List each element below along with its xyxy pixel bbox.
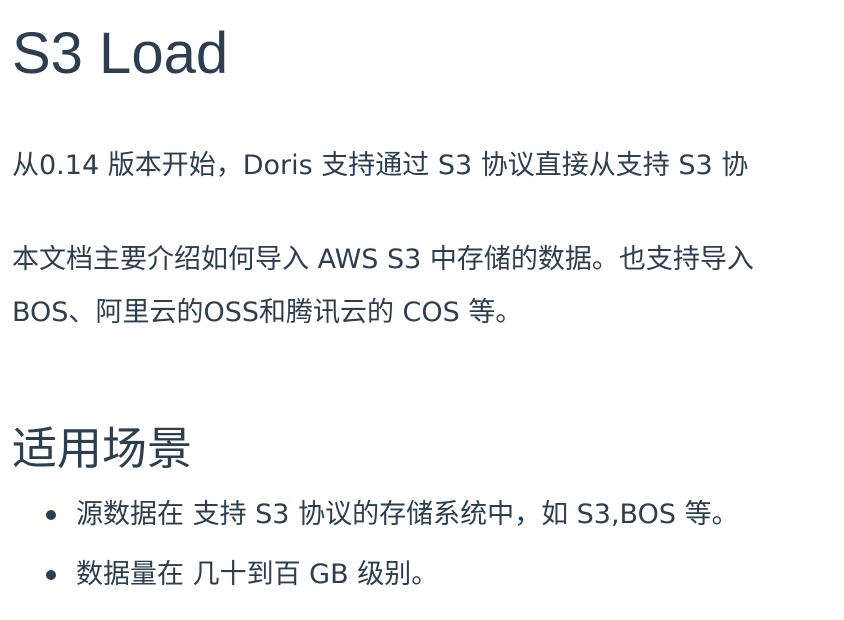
list-item-text: 源数据在 支持 S3 协议的存储系统中，如 S3,BOS 等。 — [76, 499, 739, 530]
intro-paragraph-line-3: BOS、阿里云的OSS和腾讯云的 COS 等。 — [12, 297, 523, 328]
intro-paragraph-line-2: 本文档主要介绍如何导入 AWS S3 中存储的数据。也支持导入 — [12, 244, 754, 275]
bullet-icon — [46, 570, 56, 580]
page-title: S3 Load — [12, 21, 229, 86]
intro-paragraph-line-1: 从0.14 版本开始，Doris 支持通过 S3 协议直接从支持 S3 协 — [12, 150, 749, 181]
document-page: S3 Load 从0.14 版本开始，Doris 支持通过 S3 协议直接从支持… — [0, 0, 844, 620]
bullet-icon — [46, 510, 56, 520]
list-item-text: 数据量在 几十到百 GB 级别。 — [76, 559, 439, 590]
section-heading: 适用场景 — [12, 422, 193, 475]
